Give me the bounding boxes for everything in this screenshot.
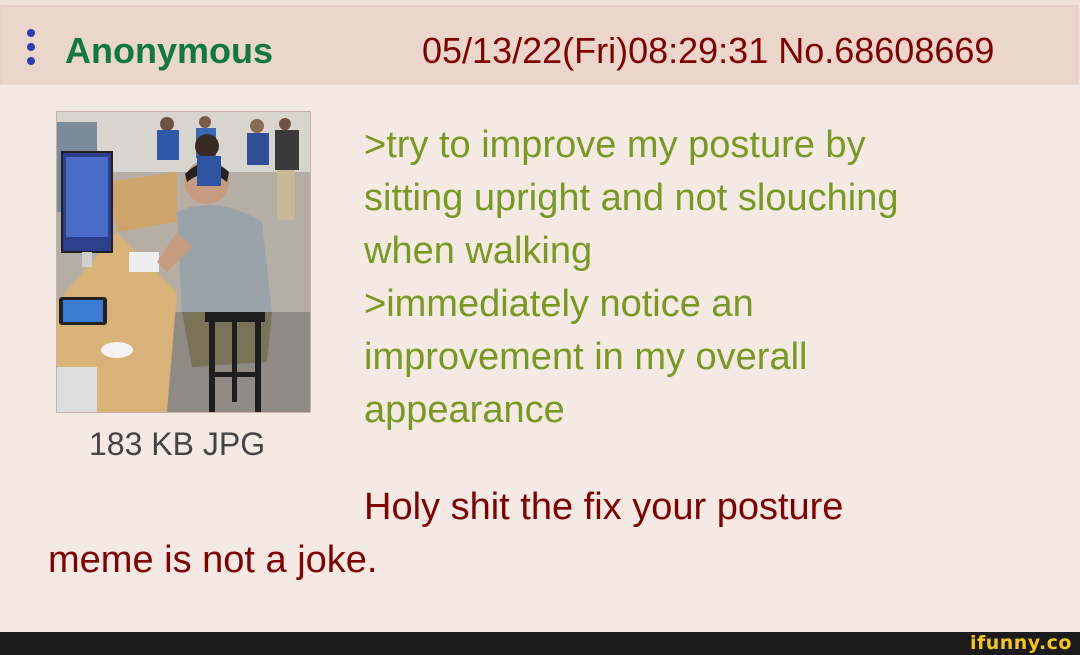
greentext-block: >try to improve my posture by sitting up… — [364, 119, 1044, 437]
greentext-line: >try to improve my posture by — [364, 124, 866, 166]
comment-line: Holy shit the fix your posture — [364, 486, 844, 528]
greentext-line: >immediately notice an — [364, 283, 754, 325]
post-body: 183 KB JPG >try to improve my posture by… — [0, 85, 1080, 632]
vertical-ellipsis-icon[interactable] — [26, 29, 36, 69]
watermark-bar: ifunny.co — [0, 632, 1080, 655]
greentext-line: improvement in my overall — [364, 336, 808, 378]
poster-name: Anonymous — [65, 30, 274, 71]
post-date-and-number[interactable]: 05/13/22(Fri)08:29:31 No.68608669 — [422, 29, 994, 73]
greentext-line: when walking — [364, 230, 593, 272]
greentext-line: sitting upright and not slouching — [364, 177, 899, 219]
post-comment: Holy shit the fix your posture meme is n… — [48, 481, 1048, 587]
greentext-line: appearance — [364, 389, 565, 431]
file-info: 183 KB JPG — [89, 426, 266, 462]
post-header: Anonymous 05/13/22(Fri)08:29:31 No.68608… — [0, 5, 1078, 87]
ifunny-watermark: ifunny.co — [969, 632, 1072, 654]
post-card: Anonymous 05/13/22(Fri)08:29:31 No.68608… — [0, 0, 1080, 632]
attached-image-thumbnail[interactable] — [56, 111, 311, 413]
comment-line: meme is not a joke. — [48, 539, 378, 581]
